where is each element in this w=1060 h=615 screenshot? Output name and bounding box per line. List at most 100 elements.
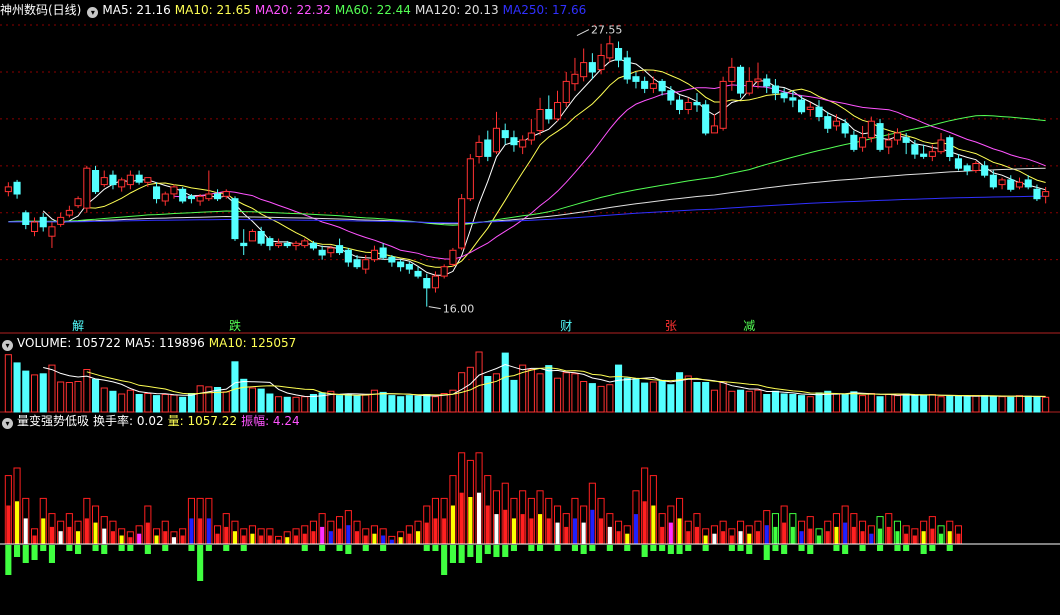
indicator-fill-bar	[590, 509, 595, 544]
price-annotation: 16.00	[443, 303, 475, 316]
indicator-fill-bar	[311, 531, 316, 544]
candle-body	[118, 179, 126, 188]
volume-bar	[667, 384, 675, 413]
indicator-fill-bar	[869, 533, 874, 544]
indicator-negative-bar	[301, 545, 308, 551]
indicator-fill-bar	[450, 505, 455, 544]
volume-bar	[48, 364, 56, 413]
candle-body	[231, 198, 239, 240]
indicator-fill-bar	[843, 522, 848, 544]
candle-body	[205, 193, 213, 200]
volume-bar	[362, 394, 370, 413]
candle-body	[928, 151, 936, 157]
candle-body	[806, 106, 814, 110]
candle-body	[144, 177, 152, 183]
indicator-negative-bar	[476, 545, 483, 563]
volume-bar	[850, 391, 858, 413]
candle-body	[475, 141, 483, 157]
candle-body	[972, 163, 980, 171]
indicator-fill-bar	[747, 533, 752, 544]
indicator-fill-bar	[267, 535, 272, 545]
volume-bar	[623, 377, 631, 413]
volume-bar	[893, 395, 902, 413]
indicator-negative-bar	[877, 545, 884, 551]
volume-bar	[266, 393, 274, 413]
volume-bar	[309, 394, 317, 413]
volume-bar	[789, 394, 797, 413]
indicator-negative-bar	[345, 545, 352, 554]
candle-body	[397, 261, 405, 268]
candle-body	[1024, 179, 1032, 188]
indicator-fill-bar	[215, 533, 220, 544]
volume-bar	[989, 395, 997, 413]
candle-body	[615, 48, 623, 61]
volume-bar	[606, 384, 614, 413]
chevron-down-icon[interactable]: ▾	[87, 7, 99, 18]
indicator-fill-bar	[294, 535, 299, 545]
volume-bar	[414, 395, 422, 413]
volume-bar	[562, 372, 570, 413]
volume-bar	[118, 393, 126, 413]
indicator-fill-bar	[930, 528, 935, 544]
indicator-header: ▾ 量变强势低吸 换手率: 0.02 量: 1057.22 振幅: 4.24	[0, 413, 308, 429]
candle-body	[981, 165, 989, 176]
candle-body	[65, 209, 73, 216]
candle-body	[571, 73, 579, 85]
indicator-fill-bar	[459, 492, 464, 544]
candle-body	[963, 165, 971, 172]
indicator-fill-bar	[799, 531, 804, 544]
indicator-negative-bar	[650, 545, 657, 551]
stock-chart[interactable]: 27.55 16.00 解跌财张减 神州数码(日线) ▾ MA5: 21.16 MA10:…	[0, 0, 1060, 611]
indicator-negative-bar	[589, 545, 596, 551]
volume-bar	[1024, 395, 1032, 413]
candle-body	[632, 76, 640, 82]
indicator-fill-bar	[320, 526, 325, 544]
chevron-down-icon[interactable]: ▾	[2, 418, 13, 429]
ma20-line	[173, 84, 1046, 260]
indicator-fill-bar	[817, 535, 822, 545]
indicator-fill-bar	[529, 518, 534, 545]
candle-body	[440, 266, 448, 277]
price-annotation: 27.55	[591, 24, 623, 37]
candle-body	[257, 231, 265, 244]
indicator-fill-bar	[189, 518, 194, 545]
annotation-leader	[576, 29, 590, 37]
candle-body	[536, 109, 544, 132]
candle-body	[841, 123, 849, 134]
indicator-fill-bar	[668, 522, 673, 544]
indicator-fill-bar	[555, 522, 560, 544]
candle-body	[187, 195, 195, 200]
indicator-fill-bar	[860, 531, 865, 544]
candle-body	[859, 137, 867, 148]
indicator-negative-bar	[467, 545, 474, 557]
chart-canvas[interactable]: 27.55 16.00 解 跌 财 张 减	[0, 0, 1060, 611]
volume-bar	[214, 387, 222, 413]
volume-bar	[74, 381, 82, 413]
indicator-fill-bar	[660, 526, 665, 544]
candle-body	[815, 106, 823, 118]
price-header: 神州数码(日线) ▾ MA5: 21.16 MA10: 21.65 MA20: 22.3…	[0, 2, 594, 18]
volume-bar	[972, 395, 980, 413]
volume-bar	[405, 395, 413, 413]
indicator-fill-bar	[616, 531, 621, 544]
candle-body	[388, 256, 396, 263]
candle-body	[109, 174, 117, 186]
indicator-fill-bar	[241, 535, 246, 545]
chevron-down-icon[interactable]: ▾	[2, 340, 13, 351]
indicator-fill-bar	[912, 535, 917, 545]
candle-body	[554, 102, 562, 120]
candle-body	[876, 123, 884, 150]
candle-body	[527, 132, 535, 141]
volume-bar	[580, 381, 588, 413]
indicator-fill-bar	[128, 537, 133, 544]
volume-bar	[4, 354, 12, 413]
indicator-fill-bar	[355, 531, 360, 544]
indicator-fill-bar	[398, 537, 403, 544]
volume-bar	[344, 393, 352, 413]
indicator-negative-bar	[5, 545, 12, 575]
volume-bar	[536, 373, 544, 413]
indicator-fill-bar	[738, 531, 743, 544]
candle-body	[344, 249, 352, 263]
volume-bar	[998, 396, 1006, 413]
volume-bar	[31, 374, 39, 413]
